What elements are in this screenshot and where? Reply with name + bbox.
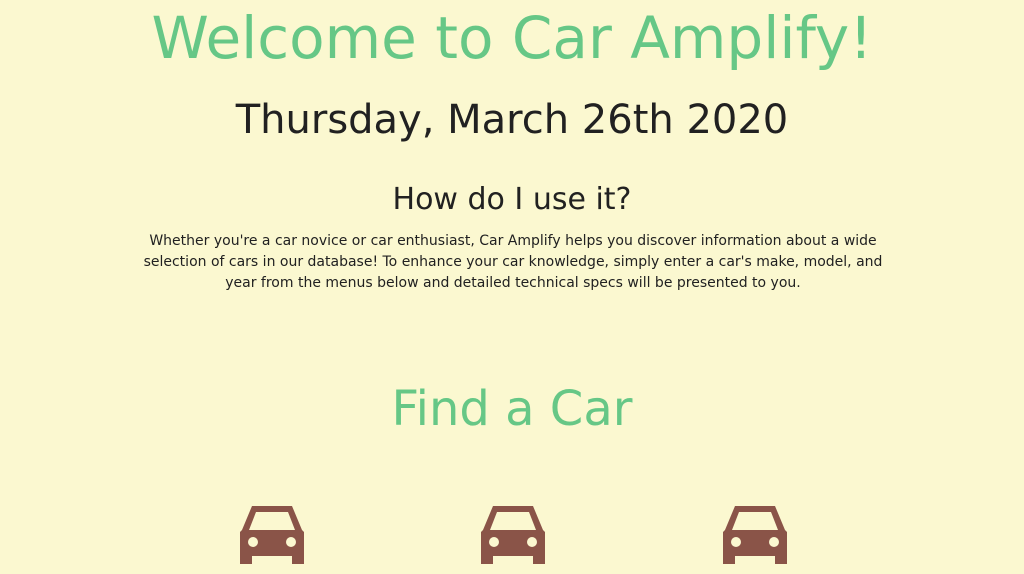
intro-description: Whether you're a car novice or car enthu… [143,233,883,291]
make-car-icon [238,504,306,566]
current-date: Thursday, March 26th 2020 [235,97,789,143]
page: Welcome to Car Amplify! Thursday, March … [0,0,1024,574]
year-car-icon [721,504,789,566]
page-title: Welcome to Car Amplify! [151,4,873,72]
car-icon [723,506,787,564]
find-car-heading: Find a Car [391,381,633,437]
how-to-heading: How do I use it? [392,182,632,217]
model-car-icon [479,504,547,566]
car-icon [240,506,304,564]
car-icon [481,506,545,564]
